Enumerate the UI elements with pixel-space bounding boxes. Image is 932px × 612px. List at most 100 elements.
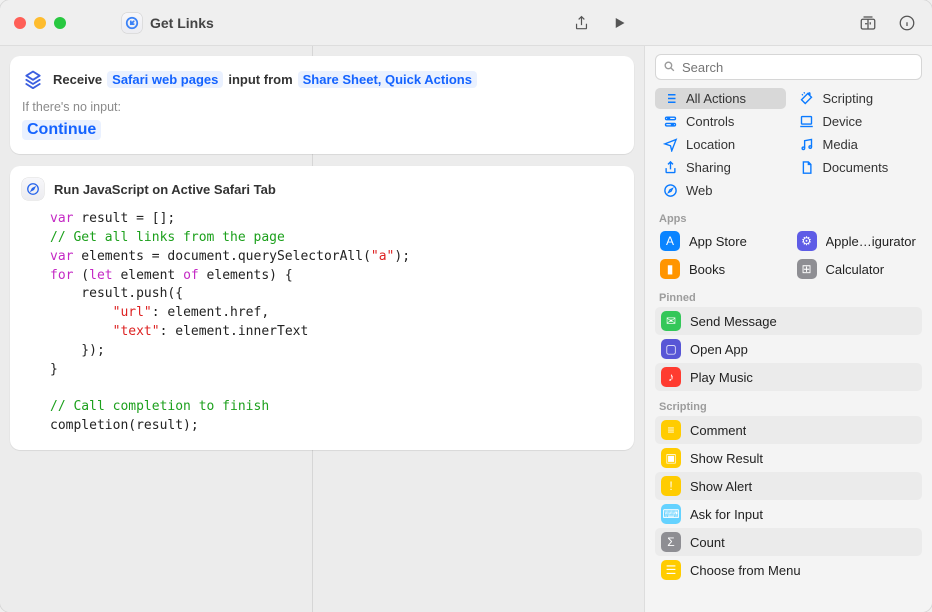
doc-icon [799,160,815,175]
count-icon: Σ [661,532,681,552]
books-icon: ▮ [660,259,680,279]
action-label: Open App [690,342,748,357]
sidebar-sections: AppsAApp Store ⚙ Apple…igurator ▮ Books ⊞ Calc… [645,205,932,586]
category-label: Media [823,137,858,152]
shortcut-app-icon [122,13,142,33]
action-row[interactable]: ▣ Show Result [655,444,922,472]
action-row[interactable]: ✉ Send Message [655,307,922,335]
configurator-icon: ⚙ [797,231,817,251]
input-icon: ⌨ [661,504,681,524]
category-web[interactable]: Web [655,180,786,201]
action-label: Send Message [690,314,777,329]
search-input[interactable] [655,54,922,80]
action-row[interactable]: ⊞ Calculator [792,256,923,282]
action-label: Comment [690,423,746,438]
category-all-actions[interactable]: All Actions [655,88,786,109]
zoom-window-button[interactable] [54,17,66,29]
action-label: Apple…igurator [826,234,916,249]
device-icon [799,114,815,129]
category-media[interactable]: Media [792,134,923,155]
category-documents[interactable]: Documents [792,157,923,178]
message-icon: ✉ [661,311,681,331]
run-javascript-card[interactable]: Run JavaScript on Active Safari Tab var … [10,166,634,450]
action-label: Calculator [826,262,885,277]
actions-sidebar: All Actions Scripting Controls Device Locati… [644,46,932,612]
calculator-icon: ⊞ [797,259,817,279]
category-label: Sharing [686,160,731,175]
section-header-scripting: Scripting [645,393,932,416]
action-row[interactable]: ! Show Alert [655,472,922,500]
action-label: Books [689,262,725,277]
action-row[interactable]: ♪ Play Music [655,363,922,391]
action-row[interactable]: ≡ Comment [655,416,922,444]
action-label: Show Alert [690,479,752,494]
section-pinned: ✉ Send Message ▢ Open App ♪ Play Music [645,307,932,393]
category-label: Location [686,137,735,152]
action-row[interactable]: ⌨ Ask for Input [655,500,922,528]
section-header-apps: Apps [645,205,932,228]
category-label: Controls [686,114,734,129]
title-area: Get Links [122,13,214,33]
body: Receive Safari web pages input from Shar… [0,46,932,612]
input-card-icon [22,68,44,90]
javascript-code-editor[interactable]: var result = []; // Get all links from t… [22,210,622,436]
safari-action-icon [22,178,44,200]
action-row[interactable]: ▢ Open App [655,335,922,363]
workflow-editor[interactable]: Receive Safari web pages input from Shar… [0,46,644,612]
app-window: Get Links [0,0,932,612]
search-icon [663,60,676,73]
comment-icon: ≡ [661,420,681,440]
no-input-label: If there's no input: [22,100,622,114]
action-label: Show Result [690,451,763,466]
share-button[interactable] [573,13,590,33]
action-label: App Store [689,234,747,249]
run-button[interactable] [612,13,627,33]
result-icon: ▣ [661,448,681,468]
action-row[interactable]: ⚙ Apple…igurator [792,228,923,254]
music-app-icon: ♪ [661,367,681,387]
close-window-button[interactable] [14,17,26,29]
alert-icon: ! [661,476,681,496]
category-grid: All Actions Scripting Controls Device Locati… [645,86,932,205]
window-title: Get Links [150,15,214,31]
input-type-token[interactable]: Safari web pages [107,71,223,88]
category-device[interactable]: Device [792,111,923,132]
minimize-window-button[interactable] [34,17,46,29]
section-apps: AApp Store ⚙ Apple…igurator ▮ Books ⊞ Calculat… [645,228,932,284]
library-toggle-button[interactable] [858,14,878,32]
window-controls [14,17,66,29]
category-scripting[interactable]: Scripting [792,88,923,109]
category-label: Device [823,114,863,129]
info-button[interactable] [898,14,916,32]
share-up-icon [662,160,678,175]
safari-icon [662,183,678,198]
from-label: input from [228,72,292,87]
category-sharing[interactable]: Sharing [655,157,786,178]
category-controls[interactable]: Controls [655,111,786,132]
sliders-icon [662,114,678,129]
action-row[interactable]: ▮ Books [655,256,786,282]
input-sources-token[interactable]: Share Sheet, Quick Actions [298,71,477,88]
category-label: Scripting [823,91,874,106]
js-card-title: Run JavaScript on Active Safari Tab [54,182,276,197]
category-label: All Actions [686,91,746,106]
category-label: Web [686,183,713,198]
category-location[interactable]: Location [655,134,786,155]
category-label: Documents [823,160,889,175]
action-label: Play Music [690,370,753,385]
action-label: Ask for Input [690,507,763,522]
workflow-input-card[interactable]: Receive Safari web pages input from Shar… [10,56,634,154]
section-header-pinned: Pinned [645,284,932,307]
menu-icon: ☰ [661,560,681,580]
toolbar-right [858,14,916,32]
no-input-action-token[interactable]: Continue [22,120,101,140]
action-row[interactable]: ΣCount [655,528,922,556]
section-scripting: ≡ Comment ▣ Show Result! Show Alert ⌨ Ask for … [645,416,932,586]
open-icon: ▢ [661,339,681,359]
action-label: Choose from Menu [690,563,801,578]
music-icon [799,137,815,152]
titlebar: Get Links [0,0,932,46]
action-row[interactable]: ☰ Choose from Menu [655,556,922,584]
location-icon [662,137,678,152]
action-row[interactable]: AApp Store [655,228,786,254]
